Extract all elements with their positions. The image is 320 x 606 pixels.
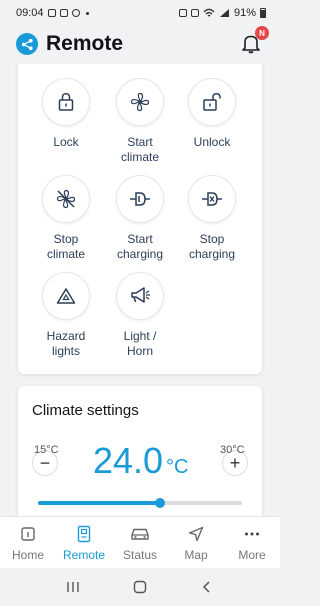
unlock-label: Unlock [193, 135, 231, 149]
status-bar: 09:04 91% [0, 0, 280, 26]
stop-climate-button[interactable] [42, 175, 90, 223]
slider-fill [38, 501, 161, 505]
fan-icon [130, 92, 150, 112]
nav-home-label: Home [11, 547, 44, 562]
lock-control[interactable]: Lock [27, 78, 105, 150]
start-climate-label: Start climate [120, 135, 159, 164]
chat-icon [71, 9, 80, 17]
temperature-unit: °C [166, 456, 189, 478]
nav-remote[interactable]: Remote [56, 517, 112, 568]
notification-icon [47, 9, 56, 17]
back-icon[interactable] [200, 580, 214, 594]
slider-max-label: 30°C [220, 444, 245, 456]
hazard-icon [56, 288, 76, 304]
page-title: Remote [46, 32, 124, 55]
stop-charging-button[interactable] [188, 175, 236, 223]
system-nav-bar [0, 568, 280, 606]
nav-remote-label: Remote [62, 547, 106, 562]
lock-label: Lock [53, 135, 79, 149]
nav-status[interactable]: Status [112, 517, 168, 568]
fan-off-icon [56, 189, 76, 209]
temperature-value: 24.0 [93, 440, 164, 481]
start-charging-label: Start charging [116, 232, 164, 261]
alarm-icon [178, 9, 187, 17]
status-time: 09:04 [16, 7, 44, 19]
recent-apps-icon[interactable] [66, 580, 80, 594]
image-icon [59, 9, 68, 17]
remote-icon [74, 524, 94, 544]
light-horn-label: Light / Horn [123, 329, 157, 358]
car-icon [130, 524, 150, 544]
start-charging-button[interactable] [116, 175, 164, 223]
stop-climate-control[interactable]: Stop climate [27, 175, 105, 262]
remote-controls-card: Lock Start climate Unlock Stop climate S… [18, 64, 262, 374]
nav-map[interactable]: Map [168, 517, 224, 568]
stop-charging-label: Stop charging [188, 232, 236, 261]
nav-status-label: Status [122, 547, 158, 562]
nav-more[interactable]: More [224, 517, 280, 568]
nav-map-label: Map [184, 547, 208, 562]
start-climate-button[interactable] [116, 78, 164, 126]
battery-icon [260, 8, 266, 18]
plug-off-icon [202, 192, 222, 206]
start-charging-control[interactable]: Start charging [101, 175, 179, 262]
bottom-nav: Home Remote Status Map More [0, 516, 280, 568]
plug-icon [130, 192, 150, 206]
slider-min-label: 15°C [34, 444, 59, 456]
light-horn-button[interactable] [116, 272, 164, 320]
nav-home[interactable]: Home [0, 517, 56, 568]
silent-icon [190, 9, 199, 17]
battery-percent: 91% [233, 7, 256, 19]
start-climate-control[interactable]: Start climate [101, 78, 179, 165]
app-header: Remote N [0, 26, 280, 62]
more-icon [242, 524, 262, 544]
status-right: 91% [178, 7, 266, 19]
map-arrow-icon [186, 524, 206, 544]
hazard-lights-label: Hazard lights [46, 329, 86, 358]
signal-icon [219, 9, 229, 17]
home-button-icon[interactable] [133, 580, 147, 594]
temperature-slider[interactable] [38, 495, 242, 511]
status-left: 09:04 [16, 7, 89, 19]
stop-charging-control[interactable]: Stop charging [173, 175, 251, 262]
home-icon [18, 524, 38, 544]
hazard-lights-button[interactable] [42, 272, 90, 320]
horn-icon [131, 287, 150, 303]
share-icon[interactable] [16, 33, 38, 55]
lock-icon [58, 93, 74, 111]
light-horn-control[interactable]: Light / Horn [101, 272, 179, 359]
nav-more-label: More [238, 547, 266, 562]
hazard-lights-control[interactable]: Hazard lights [27, 272, 105, 359]
notification-badge: N [255, 26, 269, 40]
slider-thumb[interactable] [155, 498, 166, 508]
climate-settings-title: Climate settings [32, 402, 139, 419]
wifi-icon [203, 8, 215, 17]
unlock-button[interactable] [188, 78, 236, 126]
lock-button[interactable] [42, 78, 90, 126]
notifications-button[interactable]: N [240, 26, 269, 54]
unlock-control[interactable]: Unlock [173, 78, 251, 150]
stop-climate-label: Stop climate [46, 232, 85, 261]
more-notifications-icon [85, 11, 89, 15]
unlock-icon [203, 93, 221, 111]
